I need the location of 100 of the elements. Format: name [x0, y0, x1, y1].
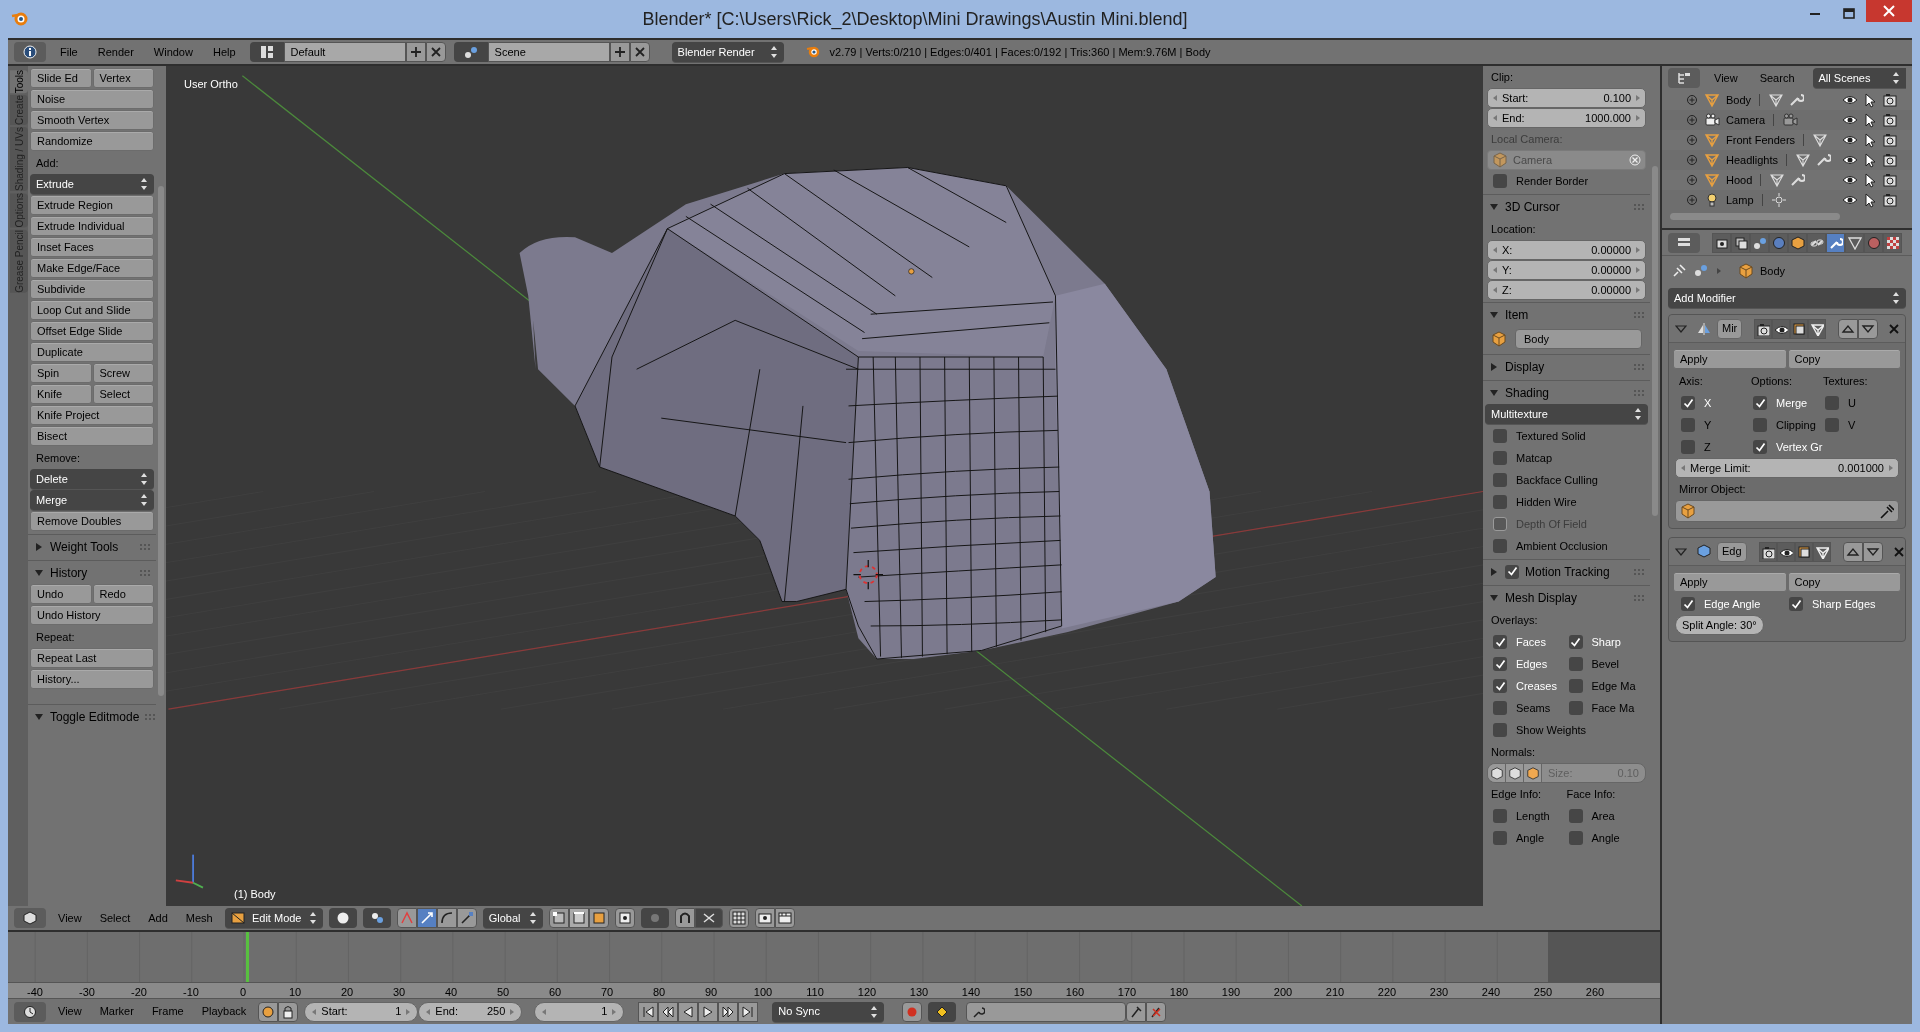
tool-button[interactable]: Extrude Individual: [30, 216, 154, 236]
menu-item[interactable]: Frame: [145, 1003, 190, 1020]
mode-dropdown[interactable]: Edit Mode: [224, 908, 323, 928]
frame-number: 210: [1325, 985, 1345, 1000]
panel-header[interactable]: Toggle Editmode: [28, 704, 156, 728]
menu-item[interactable]: Render: [91, 43, 140, 61]
tool-button[interactable]: Select: [92, 384, 154, 404]
tool-button[interactable]: Knife: [30, 384, 92, 404]
frame-field[interactable]: Start: 1: [304, 1001, 419, 1022]
panel-header[interactable]: Weight Tools: [28, 534, 156, 558]
tool-button[interactable]: Spin: [30, 363, 92, 383]
frame-number: 180: [1169, 985, 1189, 1000]
tool-button[interactable]: Noise: [30, 89, 154, 109]
frame-number: -30: [79, 985, 95, 1000]
tool-button[interactable]: Screw: [92, 363, 154, 383]
tool-button[interactable]: Undo History: [30, 605, 154, 625]
panel-header[interactable]: 3D Cursor: [1483, 194, 1650, 218]
menu-item[interactable]: File: [54, 43, 84, 61]
name-field[interactable]: Scene: [487, 42, 610, 62]
dropdown[interactable]: Delete: [30, 469, 154, 489]
object-name[interactable]: Lamp: [1726, 191, 1754, 209]
frame-field[interactable]: End: 250: [418, 1001, 523, 1022]
menu-item[interactable]: Add: [142, 909, 174, 927]
number-field[interactable]: End: 1000.000: [1487, 108, 1646, 128]
sync-dropdown[interactable]: No Sync: [772, 1001, 885, 1022]
tool-button[interactable]: Extrude Region: [30, 195, 154, 215]
frame-number: 60: [548, 985, 562, 1000]
frame-number: 30: [392, 985, 406, 1000]
tool-button[interactable]: Copy: [1787, 349, 1901, 369]
panel-header[interactable]: Item: [1483, 302, 1650, 326]
object-name[interactable]: Headlights: [1726, 151, 1778, 169]
number-field[interactable]: X: 0.00000: [1487, 240, 1646, 260]
orientation-dropdown[interactable]: Global: [482, 908, 543, 928]
checkbox-label: V: [1848, 417, 1856, 433]
tool-button[interactable]: Undo: [30, 584, 92, 604]
tool-button[interactable]: Apply: [1673, 572, 1787, 592]
display-mode-dropdown[interactable]: All Scenes: [1812, 68, 1906, 88]
name-field[interactable]: Body: [1515, 329, 1642, 349]
menu-item[interactable]: View: [52, 1003, 88, 1020]
tool-button[interactable]: Subdivide: [30, 279, 154, 299]
dropdown[interactable]: Merge: [30, 490, 154, 510]
menu-item[interactable]: View: [52, 909, 88, 927]
tool-button[interactable]: Randomize: [30, 131, 154, 151]
menu-item[interactable]: View: [1706, 69, 1746, 87]
number-field[interactable]: Merge Limit: 0.001000: [1675, 458, 1899, 478]
menu-item[interactable]: Select: [93, 909, 137, 927]
frame-number: 90: [704, 985, 718, 1000]
render-engine-dropdown[interactable]: Blender Render: [671, 42, 784, 62]
menu-item[interactable]: Marker: [93, 1003, 140, 1020]
frame-field[interactable]: 1: [534, 1001, 625, 1022]
number-field[interactable]: Split Angle: 30°: [1675, 615, 1764, 635]
timeline-track[interactable]: -40 -30 -20 -10 0 10 20 30 40 50 60 70 80 90 100 110 120 130 140 150 160 170 180 190 200 210 220 230 240 250 260: [8, 932, 1660, 998]
menu-item[interactable]: Window: [147, 43, 199, 61]
dropdown[interactable]: Multitexture: [1485, 404, 1648, 424]
panel-header[interactable]: Motion Tracking: [1483, 559, 1650, 583]
menu-item[interactable]: Mesh: [179, 909, 219, 927]
tool-button[interactable]: Slide Ed: [30, 68, 92, 88]
object-name[interactable]: Camera: [1726, 111, 1766, 129]
tool-button[interactable]: Vertex: [92, 68, 154, 88]
frame-ruler[interactable]: -40 -30 -20 -10 0 10 20 30 40 50 60 70 80 90 100 110 120 130 140 150 160 170 180 190 200 210 220 230 240 250 260: [8, 982, 1660, 998]
tool-button[interactable]: Apply: [1673, 349, 1787, 369]
number-field[interactable]: Start: 0.100: [1487, 88, 1646, 108]
tool-button[interactable]: Knife Project: [30, 405, 154, 425]
checkbox-label: Faces: [1516, 634, 1546, 650]
sidebar-tab[interactable]: Tools: [10, 70, 28, 94]
section-label: Mirror Object:: [1678, 481, 1747, 497]
section-label: Remove:: [35, 450, 82, 466]
name-field[interactable]: Mir: [1717, 318, 1743, 339]
tool-button[interactable]: Repeat Last: [30, 648, 154, 668]
checkbox-label: Angle: [1516, 830, 1545, 846]
tool-button[interactable]: Make Edge/Face: [30, 258, 154, 278]
name-field[interactable]: Default: [283, 42, 406, 62]
panel-header[interactable]: Mesh Display: [1483, 585, 1650, 609]
dropdown[interactable]: Extrude: [30, 174, 154, 194]
checkbox-label: Y: [1704, 417, 1712, 433]
panel-header[interactable]: Display: [1483, 354, 1650, 378]
menu-item[interactable]: Help: [206, 43, 242, 61]
name-field[interactable]: Edg: [1717, 541, 1747, 562]
number-field[interactable]: Y: 0.00000: [1487, 260, 1646, 280]
tool-button[interactable]: Remove Doubles: [30, 511, 154, 531]
object-name[interactable]: Hood: [1726, 171, 1753, 189]
object-name: Body: [1760, 263, 1786, 279]
number-field[interactable]: Z: 0.00000: [1487, 280, 1646, 300]
tool-button[interactable]: Bisect: [30, 426, 154, 446]
checkbox-label: Edge Angle: [1704, 596, 1761, 612]
add-modifier-dropdown[interactable]: Add Modifier: [1668, 288, 1906, 308]
menu-item[interactable]: Playback: [195, 1003, 253, 1020]
frame-number: 200: [1273, 985, 1293, 1000]
column-heading: Options:: [1751, 373, 1793, 389]
object-name[interactable]: Body: [1726, 91, 1752, 109]
tool-button[interactable]: Redo: [92, 584, 154, 604]
tool-button[interactable]: Smooth Vertex: [30, 110, 154, 130]
tool-button[interactable]: Copy: [1787, 572, 1901, 592]
tool-button[interactable]: Offset Edge Slide: [30, 321, 154, 341]
tool-button[interactable]: Inset Faces: [30, 237, 154, 257]
checkbox-label: Creases: [1516, 678, 1557, 694]
menu-item[interactable]: Search: [1751, 69, 1803, 87]
tool-button[interactable]: History...: [30, 669, 154, 689]
tool-button[interactable]: Loop Cut and Slide: [30, 300, 154, 320]
tool-button[interactable]: Duplicate: [30, 342, 154, 362]
